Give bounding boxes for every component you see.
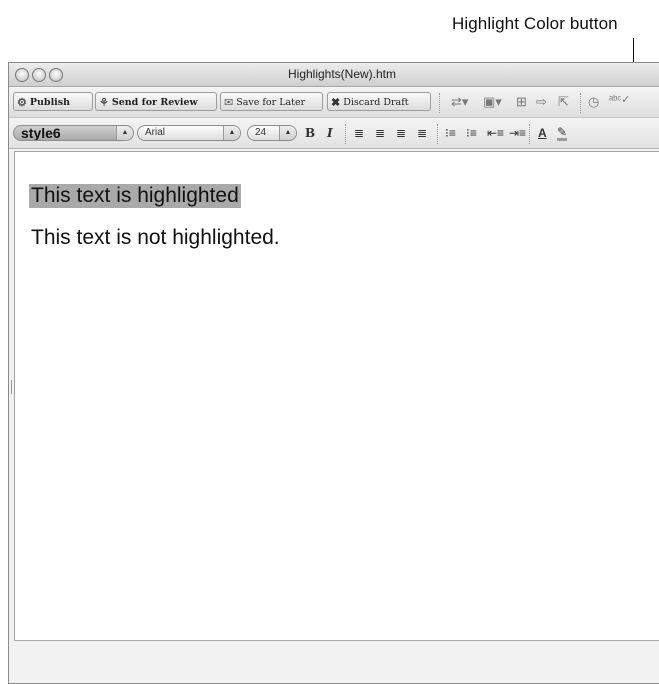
toolbar-separator [437, 124, 438, 144]
save-later-icon: ✉ [224, 96, 234, 109]
discard-draft-button[interactable]: ✖ Discard Draft [327, 92, 431, 111]
publish-label: Publish [29, 97, 71, 108]
insert-image-icon[interactable]: ▣▾ [483, 95, 502, 109]
editor-window: Highlights(New).htm ⚙ Publish ⚘ Send for R… [8, 62, 659, 684]
history-icon[interactable]: ◷ [588, 95, 599, 109]
bulleted-list-icon[interactable]: ⁝≡ [466, 127, 477, 140]
spellcheck-icon[interactable]: ᵃᵇᶜ✓ [609, 93, 630, 107]
title-bar: Highlights(New).htm [9, 63, 659, 87]
send-for-review-button[interactable]: ⚘ Send for Review [95, 92, 217, 111]
font-value: Arial [145, 127, 166, 138]
document-editor[interactable]: This text is highlighted This text is no… [14, 151, 659, 641]
insert-link-icon[interactable]: ⇄▾ [451, 95, 468, 109]
toolbar-separator [439, 93, 440, 113]
toolbar-separator [345, 124, 346, 144]
discard-icon: ✖ [331, 96, 341, 109]
resize-grip[interactable] [11, 380, 15, 394]
window-title: Highlights(New).htm [287, 67, 397, 81]
save-for-later-button[interactable]: ✉ Save for Later [220, 92, 323, 111]
publish-button[interactable]: ⚙ Publish [13, 92, 93, 111]
bold-button[interactable]: B [305, 127, 315, 140]
align-right-icon[interactable]: ≣ [396, 127, 406, 140]
justify-icon[interactable]: ≣ [417, 127, 427, 140]
discard-label: Discard Draft [343, 97, 409, 108]
callout-label: Highlight Color button [452, 14, 618, 33]
export-icon[interactable]: ⇱ [558, 95, 569, 109]
updown-arrows-icon: ▲ [116, 126, 133, 140]
forward-icon[interactable]: ⇨ [536, 95, 547, 109]
align-left-icon[interactable]: ≣ [354, 127, 364, 140]
save-later-label: Save for Later [236, 97, 306, 108]
style-value: style6 [21, 125, 61, 141]
font-size-select[interactable]: 24 ▲ [247, 125, 297, 141]
send-review-label: Send for Review [111, 97, 198, 108]
insert-table-icon[interactable]: ⊞ [516, 95, 527, 109]
send-review-icon: ⚘ [99, 96, 109, 109]
main-toolbar: ⚙ Publish ⚘ Send for Review ✉ Save for Late… [9, 87, 659, 118]
highlight-color-icon[interactable]: ✎ [557, 126, 568, 141]
italic-button[interactable]: I [327, 127, 333, 140]
toolbar-separator [580, 93, 581, 113]
toolbar-separator [529, 124, 530, 144]
size-value: 24 [255, 127, 267, 138]
align-center-icon[interactable]: ≣ [375, 127, 385, 140]
updown-arrows-icon: ▲ [279, 126, 296, 140]
font-select[interactable]: Arial ▲ [137, 125, 241, 141]
text-color-icon[interactable]: A [538, 127, 547, 140]
format-toolbar: style6 ▲ Arial ▲ 24 ▲ B I ≣ ≣ ≣ ≣ ⁝≡ ⁝≡ … [9, 118, 659, 149]
indent-icon[interactable]: ⇥≡ [509, 127, 526, 140]
paragraph-style-select[interactable]: style6 ▲ [13, 125, 134, 141]
updown-arrows-icon: ▲ [223, 126, 240, 140]
plain-text[interactable]: This text is not highlighted. [29, 226, 282, 250]
numbered-list-icon[interactable]: ⁝≡ [445, 127, 456, 140]
highlighted-text[interactable]: This text is highlighted [29, 184, 241, 208]
publish-icon: ⚙ [17, 96, 27, 109]
outdent-icon[interactable]: ⇤≡ [487, 127, 504, 140]
